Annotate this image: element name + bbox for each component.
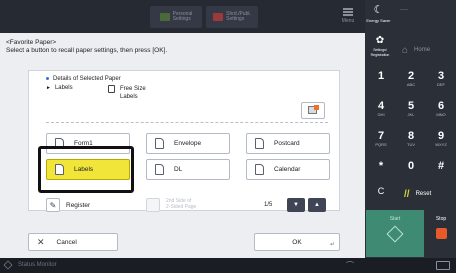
paper-button-label: Postcard [274,140,300,147]
details-size: Free Size [120,86,146,92]
start-icon [386,225,404,243]
moon-icon: ☾ [373,4,384,16]
details-size-type: Labels [120,94,138,100]
home-label: Home [414,47,431,53]
triangle-down-icon: ▼ [293,202,299,208]
shared-settings-button[interactable]: Shrd./Publ. Settings [206,6,258,28]
reset-label: Reset [415,191,432,197]
key-8[interactable]: 8 TUV [396,131,426,159]
start-label: Start [389,216,401,222]
key-1[interactable]: 1 [366,71,396,99]
close-icon: ✕ [37,236,45,247]
register-button[interactable]: ✎ Register [46,195,130,215]
paper-button-label: Envelope [174,140,202,147]
key-4[interactable]: 4 GHI [366,101,396,129]
home-button[interactable]: ⌂ Home [402,40,456,60]
second-side-button: 2nd Side of 2-Sided Page [146,195,230,215]
menu-button[interactable]: Menu [335,4,361,30]
paper-button-postcard[interactable]: Postcard [246,133,330,154]
second-side-label: 2nd Side of 2-Sided Page [166,198,197,210]
cancel-label: Cancel [56,238,77,246]
page-down-button[interactable]: ▼ [287,198,305,212]
pencil-icon: ✎ [46,198,60,212]
settings-registration-button[interactable]: ✿ Settings/ Registration [366,34,394,66]
home-icon: ⌂ [402,44,409,56]
status-monitor-icon [3,260,13,270]
register-label: Register [66,201,91,209]
second-side-icon [146,198,160,212]
paper-button-label: Calendar [274,166,301,173]
key-star[interactable]: * [366,161,396,189]
paper-button-label: Labels [74,166,94,173]
stop-label: Stop [435,216,447,222]
bullet-icon [46,76,49,80]
personal-settings-label: Personal Settings [172,10,193,22]
details-type: ► Labels [46,85,73,91]
page-up-button[interactable]: ▲ [308,198,326,212]
reset-slash-icon: // [404,188,410,200]
document-icon [155,164,164,175]
status-monitor-label[interactable]: Status Monitor [18,262,57,268]
key-5[interactable]: 5 JKL [396,101,426,129]
cancel-button[interactable]: ✕ Cancel [28,233,118,251]
key-7[interactable]: 7 PQRS [366,131,396,159]
shared-settings-icon [213,13,224,21]
energy-saver-button[interactable]: ☾ Energy Saver [366,2,391,32]
divider [46,122,328,123]
stop-icon [435,228,447,239]
paper-button-label: DL [174,166,183,173]
keyboard-icon [436,261,450,270]
key-3[interactable]: 3 DEF [426,71,456,99]
paper-button-envelope[interactable]: Envelope [146,133,230,154]
paper-icon [108,85,115,93]
document-icon [55,164,64,175]
shared-settings-label: Shrd./Publ. Settings [226,10,251,22]
sound-icon: ⌒ [346,261,354,270]
key-2[interactable]: 2 ABC [396,71,426,99]
start-button[interactable]: Start [366,210,424,257]
paper-button-labels[interactable]: Labels [46,159,130,180]
enter-icon: ↵ [329,242,335,248]
clear-key[interactable]: C [366,186,396,202]
document-icon [155,138,164,149]
details-button[interactable] [301,102,325,119]
paper-button-calendar[interactable]: Calendar [246,159,330,180]
gear-icon: ✿ [375,35,385,46]
energy-saver-label: Energy Saver [366,18,391,23]
document-icon [255,138,264,149]
personal-settings-button[interactable]: Personal Settings [150,6,202,28]
details-heading: Details of Selected Paper [46,76,121,82]
document-icon [255,164,264,175]
menu-label: Menu [341,18,355,24]
key-6[interactable]: 6 MNO [426,101,456,129]
arrow-right-icon: ► [46,85,51,91]
reset-button[interactable]: // Reset [398,185,454,203]
instruction-text: Select a button to recall paper settings… [6,47,168,54]
orange-indicator-icon [314,105,319,110]
menu-icon [343,8,353,16]
ok-label: OK [292,238,302,246]
triangle-up-icon: ▲ [314,202,320,208]
paper-button-dl[interactable]: DL [146,159,230,180]
personal-settings-icon [159,13,170,21]
data-indicator: ----- [400,7,409,13]
key-9[interactable]: 9 WXYZ [426,131,456,159]
status-bar: Status Monitor ⌒ [0,258,456,273]
settings-label: Settings/ Registration [370,48,390,57]
ok-button[interactable]: OK ↵ [254,233,340,251]
page-indicator: 1/5 [264,202,273,208]
page-title: <Favorite Paper> [6,39,57,46]
stop-button[interactable]: Stop [426,210,456,257]
